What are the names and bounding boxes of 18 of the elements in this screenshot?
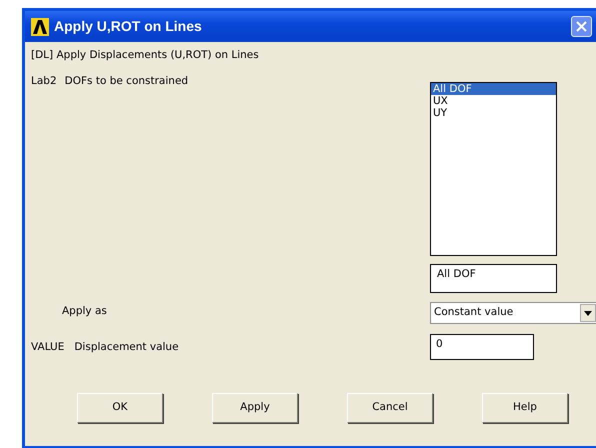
dialog-heading: [DL] Apply Displacements (U,ROT) on Lines bbox=[31, 48, 260, 63]
field-code: Lab2 bbox=[31, 75, 57, 87]
dialog-button[interactable]: OK bbox=[77, 393, 163, 423]
selection-field[interactable]: All DOF bbox=[430, 264, 557, 293]
dof-listbox[interactable]: All DOF UX UY bbox=[430, 82, 557, 256]
list-option[interactable]: UX bbox=[431, 95, 556, 107]
window-title: Apply U,ROT on Lines bbox=[54, 17, 202, 36]
list-option[interactable]: All DOF bbox=[431, 83, 556, 95]
displacement-field[interactable]: 0 bbox=[430, 334, 534, 360]
field-code: VALUE bbox=[31, 341, 64, 353]
field-label: Displacement value bbox=[74, 341, 179, 353]
field-label: DOFs to be constrained bbox=[64, 75, 188, 87]
apply-as-dropdown[interactable]: Constant value bbox=[430, 302, 596, 324]
dialog-button[interactable]: Cancel bbox=[347, 393, 433, 423]
list-option[interactable]: UY bbox=[431, 107, 556, 119]
dialog-button[interactable]: Help bbox=[482, 393, 568, 423]
dialog-button[interactable]: Apply bbox=[212, 393, 298, 423]
field-label: Apply as bbox=[62, 305, 107, 317]
